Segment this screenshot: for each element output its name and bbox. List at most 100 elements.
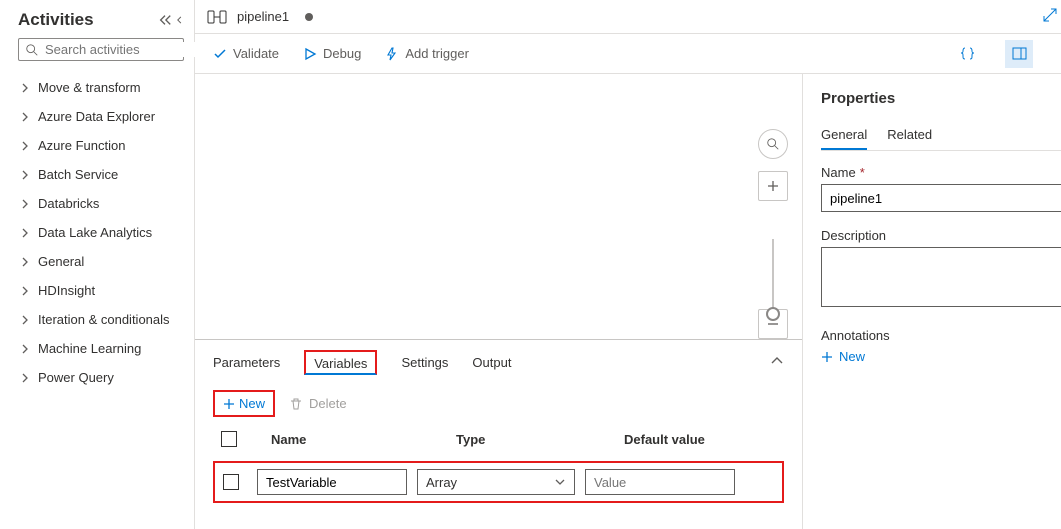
footer-tabs: Parameters Variables Settings Output (213, 340, 784, 384)
activities-title: Activities (18, 10, 94, 30)
activity-category-iteration[interactable]: Iteration & conditionals (18, 305, 184, 334)
activity-category-ml[interactable]: Machine Learning (18, 334, 184, 363)
zoom-controls (758, 129, 788, 339)
activity-category-label: Azure Data Explorer (38, 109, 155, 124)
unsaved-indicator-icon (305, 13, 313, 21)
column-default: Default value (624, 432, 784, 447)
props-tab-general[interactable]: General (821, 121, 867, 150)
properties-toggle-button[interactable] (1005, 40, 1033, 68)
add-trigger-button[interactable]: Add trigger (385, 46, 469, 61)
footer-collapse-button[interactable] (770, 354, 784, 371)
new-annotation-button[interactable]: New (821, 349, 1061, 364)
activity-category-label: Iteration & conditionals (38, 312, 170, 327)
properties-panel-icon (1012, 46, 1027, 61)
tab-output[interactable]: Output (472, 351, 511, 374)
activity-category-general[interactable]: General (18, 247, 184, 276)
chevron-right-icon (20, 257, 30, 267)
activity-category-label: Databricks (38, 196, 99, 211)
activities-search[interactable] (18, 38, 184, 61)
tab-settings[interactable]: Settings (401, 351, 448, 374)
expand-diagonal-icon (1043, 8, 1057, 22)
search-icon (25, 43, 39, 57)
zoom-slider-thumb[interactable] (766, 307, 780, 321)
variable-name-input[interactable] (257, 469, 407, 495)
chevron-down-icon (554, 476, 566, 488)
activity-category-label: Machine Learning (38, 341, 141, 356)
activities-collapse-button[interactable] (158, 13, 184, 27)
debug-label: Debug (323, 46, 361, 61)
editor-tab-label[interactable]: pipeline1 (237, 9, 289, 24)
activity-category-hdinsight[interactable]: HDInsight (18, 276, 184, 305)
activity-category-dla[interactable]: Data Lake Analytics (18, 218, 184, 247)
activity-category-label: HDInsight (38, 283, 95, 298)
chevron-right-icon (20, 344, 30, 354)
braces-icon (960, 46, 975, 61)
chevron-right-icon (20, 112, 30, 122)
expand-editor-button[interactable] (1043, 8, 1057, 25)
chevron-right-icon (20, 373, 30, 383)
variable-row: Array (213, 461, 784, 503)
activity-category-azure-function[interactable]: Azure Function (18, 131, 184, 160)
chevron-right-icon (20, 141, 30, 151)
pipeline-canvas[interactable] (195, 74, 802, 339)
new-variable-label: New (239, 396, 265, 411)
activity-category-label: Batch Service (38, 167, 118, 182)
chevron-right-icon (20, 228, 30, 238)
check-icon (213, 47, 227, 61)
validate-label: Validate (233, 46, 279, 61)
variables-header-row: Name Type Default value (213, 427, 784, 461)
pipeline-icon (207, 7, 227, 27)
zoom-in-button[interactable] (758, 171, 788, 201)
debug-button[interactable]: Debug (303, 46, 361, 61)
description-field-label: Description (821, 228, 1061, 243)
select-all-checkbox[interactable] (221, 431, 237, 447)
chevron-right-icon (20, 170, 30, 180)
variable-type-value: Array (426, 475, 457, 490)
pipeline-toolbar: Validate Debug Add trigger (195, 34, 1061, 74)
toolbar-more-button[interactable] (1057, 40, 1061, 68)
plus-icon (821, 351, 833, 363)
double-chevron-left-icon (174, 13, 184, 27)
properties-panel: Properties General Related Name* Descrip… (803, 74, 1061, 529)
activity-category-label: Power Query (38, 370, 114, 385)
props-tab-related[interactable]: Related (887, 121, 932, 150)
properties-title: Properties (821, 90, 1061, 107)
row-checkbox[interactable] (223, 474, 239, 490)
pipeline-description-input[interactable] (821, 247, 1061, 307)
new-annotation-label: New (839, 349, 865, 364)
delete-variable-label: Delete (309, 396, 347, 411)
activity-category-power-query[interactable]: Power Query (18, 363, 184, 392)
activities-sidebar: Activities Move & transform Azure Data E… (0, 0, 195, 529)
trigger-icon (385, 47, 399, 61)
activity-category-ade[interactable]: Azure Data Explorer (18, 102, 184, 131)
pipeline-footer-panel: Parameters Variables Settings Output New (195, 339, 802, 529)
double-chevron-left-icon (158, 13, 172, 27)
activity-category-databricks[interactable]: Databricks (18, 189, 184, 218)
chevron-up-icon (770, 354, 784, 368)
pipeline-name-input[interactable] (821, 184, 1061, 212)
tab-variables[interactable]: Variables (304, 350, 377, 375)
chevron-right-icon (20, 315, 30, 325)
activity-category-label: General (38, 254, 84, 269)
delete-variable-button: Delete (289, 396, 347, 411)
chevron-right-icon (20, 83, 30, 93)
activity-category-label: Move & transform (38, 80, 141, 95)
activity-category-batch[interactable]: Batch Service (18, 160, 184, 189)
activity-category-label: Azure Function (38, 138, 125, 153)
chevron-right-icon (20, 286, 30, 296)
name-field-label: Name* (821, 165, 1061, 180)
variable-default-input[interactable] (585, 469, 735, 495)
activity-category-move-transform[interactable]: Move & transform (18, 73, 184, 102)
validate-button[interactable]: Validate (213, 46, 279, 61)
code-view-button[interactable] (953, 40, 981, 68)
variable-type-select[interactable]: Array (417, 469, 575, 495)
play-icon (303, 47, 317, 61)
plus-icon (223, 398, 235, 410)
annotations-field-label: Annotations (821, 328, 1061, 343)
canvas-search-button[interactable] (758, 129, 788, 159)
editor-tab-row: pipeline1 (195, 0, 1061, 34)
tab-parameters[interactable]: Parameters (213, 351, 280, 374)
column-name: Name (271, 432, 446, 447)
add-trigger-label: Add trigger (405, 46, 469, 61)
new-variable-button[interactable]: New (213, 390, 275, 417)
